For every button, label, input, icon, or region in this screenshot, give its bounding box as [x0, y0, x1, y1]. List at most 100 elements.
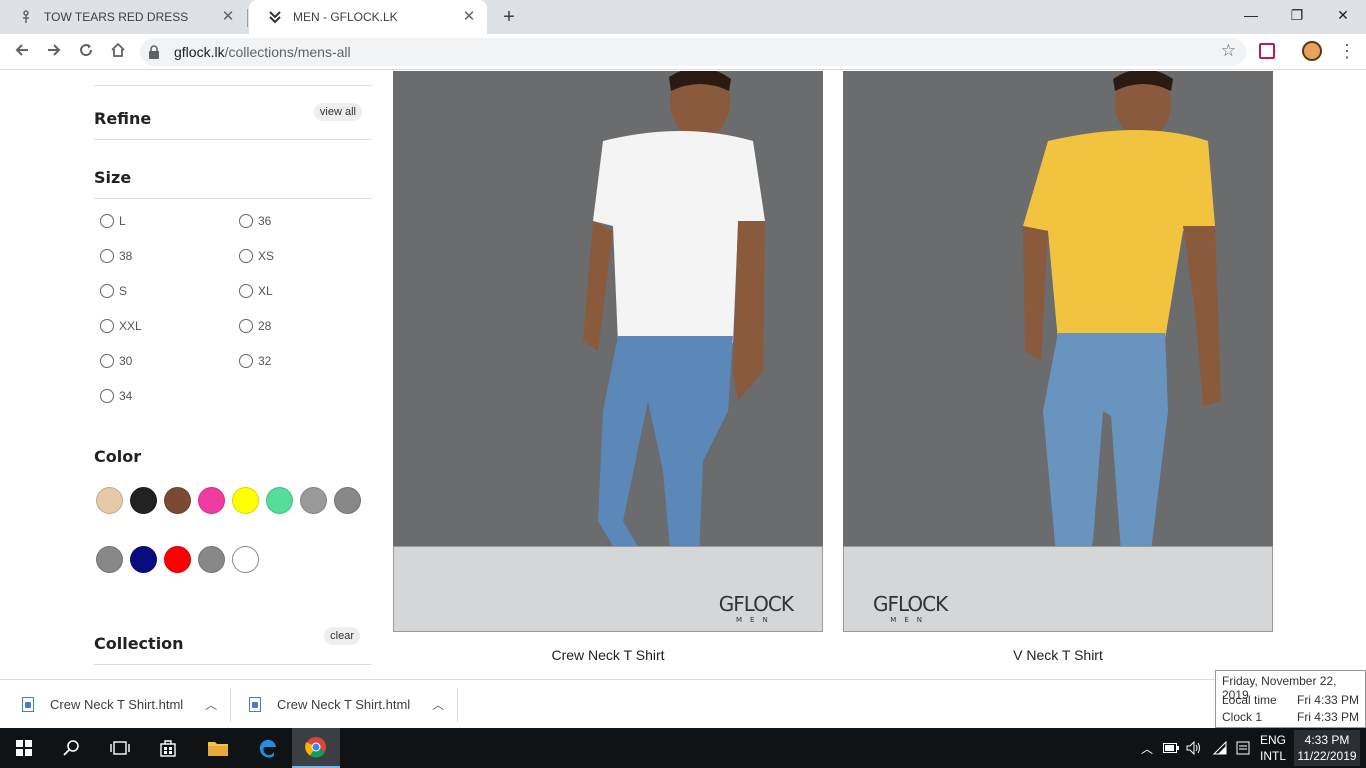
size-option[interactable]: 38 [100, 249, 132, 263]
radio-button[interactable] [100, 389, 114, 403]
back-icon[interactable] [10, 40, 34, 64]
size-option[interactable]: L [100, 214, 126, 228]
view-all-button[interactable]: view all [313, 103, 362, 121]
close-tab-icon[interactable]: ✕ [220, 9, 236, 25]
store-icon[interactable] [144, 728, 192, 768]
product-name[interactable]: V Neck T Shirt [843, 647, 1273, 663]
size-option[interactable]: XS [239, 249, 274, 263]
divider [94, 85, 372, 86]
radio-button[interactable] [239, 354, 253, 368]
size-label: 32 [258, 354, 272, 368]
brand-sub: MEN [736, 616, 776, 624]
profile-avatar[interactable] [1302, 41, 1322, 61]
color-swatch[interactable] [130, 546, 157, 573]
battery-icon[interactable] [1162, 728, 1180, 768]
task-view-icon[interactable] [96, 728, 144, 768]
color-swatch[interactable] [232, 546, 259, 573]
notification-icon[interactable] [1234, 728, 1252, 768]
divider [94, 139, 372, 140]
maximize-button[interactable]: ❐ [1274, 0, 1320, 30]
menu-icon[interactable]: ⋮ [1338, 40, 1356, 64]
edge-icon[interactable] [244, 728, 292, 768]
volume-icon[interactable] [1185, 728, 1203, 768]
brand-sub: MEN [890, 616, 930, 624]
size-label: 34 [119, 389, 133, 403]
tab-title: TOW TEARS RED DRESS [44, 10, 189, 24]
collection-title: Collection [94, 634, 184, 653]
clear-collection-button[interactable]: clear [324, 627, 360, 645]
size-option[interactable]: 36 [239, 214, 271, 228]
color-swatch[interactable] [334, 487, 361, 514]
size-label: XXL [119, 319, 142, 333]
download-item[interactable]: Crew Neck T Shirt.html ︿ [22, 680, 217, 729]
radio-button[interactable] [100, 354, 114, 368]
size-option[interactable]: 32 [239, 354, 271, 368]
chevron-up-icon[interactable]: ︿ [1138, 728, 1156, 768]
minimize-button[interactable]: — [1228, 0, 1274, 30]
file-explorer-icon[interactable] [194, 728, 242, 768]
wifi-icon[interactable] [1210, 728, 1230, 768]
color-swatch[interactable] [198, 487, 225, 514]
new-tab-button[interactable]: + [498, 6, 520, 28]
size-option[interactable]: 28 [239, 319, 271, 333]
lang-bottom: INTL [1259, 749, 1286, 763]
color-swatch[interactable] [96, 546, 123, 573]
clock-local-value: Fri 4:33 PM [1296, 693, 1359, 707]
divider [230, 688, 231, 722]
tab-tow-tears-red-dress[interactable]: TOW TEARS RED DRESS ✕ [0, 0, 246, 34]
product-name[interactable]: Crew Neck T Shirt [393, 647, 823, 663]
close-tab-icon[interactable]: ✕ [461, 9, 477, 25]
size-label: S [119, 284, 128, 298]
radio-button[interactable] [100, 249, 114, 263]
color-swatch[interactable] [300, 487, 327, 514]
color-swatch[interactable] [164, 487, 191, 514]
radio-button[interactable] [239, 214, 253, 228]
windows-start-icon[interactable] [0, 728, 48, 768]
hanger-icon [18, 9, 34, 25]
chevron-up-icon[interactable]: ︿ [432, 696, 444, 713]
radio-button[interactable] [100, 214, 114, 228]
size-option[interactable]: 30 [100, 354, 132, 368]
clock[interactable]: 4:33 PM 11/22/2019 [1294, 730, 1360, 766]
close-window-button[interactable]: ✕ [1320, 0, 1366, 30]
clock-date: 11/22/2019 [1297, 749, 1357, 763]
forward-icon[interactable] [42, 40, 66, 64]
radio-button[interactable] [239, 319, 253, 333]
html-file-icon [22, 697, 34, 712]
color-swatch[interactable] [266, 487, 293, 514]
color-swatch[interactable] [198, 546, 225, 573]
radio-button[interactable] [239, 284, 253, 298]
product-image[interactable]: GFLOCK MEN [393, 71, 823, 632]
chrome-icon[interactable] [292, 728, 340, 768]
download-item[interactable]: Crew Neck T Shirt.html ︿ [249, 680, 444, 729]
product-image[interactable]: GFLOCK MEN [843, 71, 1273, 632]
home-icon[interactable] [106, 40, 130, 64]
input-language[interactable]: ENG INTL [1256, 732, 1290, 764]
radio-button[interactable] [100, 284, 114, 298]
refine-title: Refine [94, 109, 152, 128]
chevron-up-icon[interactable]: ︿ [205, 696, 217, 713]
brand-watermark: GFLOCK MEN [873, 592, 948, 624]
color-swatch[interactable] [130, 487, 157, 514]
size-label: 30 [119, 354, 133, 368]
search-icon[interactable] [48, 728, 96, 768]
extension-icon[interactable] [1259, 43, 1275, 59]
size-option[interactable]: XXL [100, 319, 142, 333]
color-swatch[interactable] [96, 487, 123, 514]
color-swatch[interactable] [232, 487, 259, 514]
size-label: 36 [258, 214, 272, 228]
size-option[interactable]: 34 [100, 389, 132, 403]
tab-men-gflock[interactable]: MEN - GFLOCK.LK ✕ [249, 0, 487, 34]
radio-button[interactable] [100, 319, 114, 333]
size-option[interactable]: XL [239, 284, 273, 298]
size-label: XL [258, 284, 273, 298]
size-label: 38 [119, 249, 133, 263]
size-option[interactable]: S [100, 284, 127, 298]
star-icon[interactable]: ☆ [1221, 41, 1236, 61]
color-swatch[interactable] [164, 546, 191, 573]
address-bar[interactable]: gflock.lk/collections/mens-all ☆ [140, 38, 1246, 66]
size-label: 28 [258, 319, 272, 333]
radio-button[interactable] [239, 249, 253, 263]
reload-icon[interactable] [74, 40, 98, 64]
clock-1-row: Clock 1 Fri 4:33 PM [1222, 710, 1359, 724]
